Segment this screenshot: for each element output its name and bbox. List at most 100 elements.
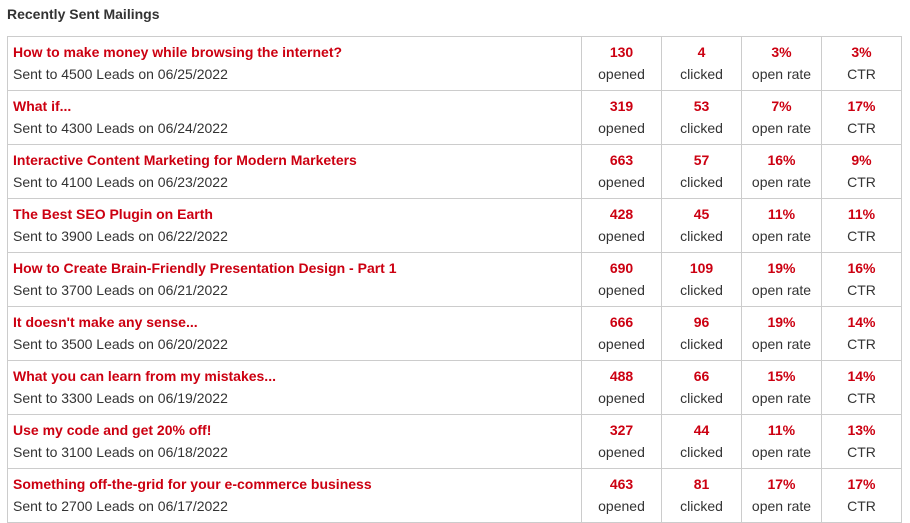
stat-value: 663	[609, 152, 634, 168]
stat-label: CTR	[847, 390, 876, 406]
stat-value: 11%	[847, 206, 876, 222]
stat-value: 3%	[851, 44, 872, 60]
stat-label: clicked	[680, 66, 723, 82]
stat-value: 57	[693, 152, 710, 168]
stat-opened: 463 opened	[581, 468, 662, 523]
stat-clicked: 109 clicked	[661, 252, 742, 307]
stat-value: 14%	[847, 314, 876, 330]
stat-label: clicked	[680, 282, 723, 298]
stat-open-rate: 11% open rate	[741, 414, 822, 469]
stat-value: 11%	[767, 206, 796, 222]
stat-value: 15%	[767, 368, 796, 384]
stat-value: 16%	[847, 260, 876, 276]
mailing-row: How to Create Brain-Friendly Presentatio…	[7, 252, 902, 307]
stat-value: 16%	[767, 152, 796, 168]
stat-clicked: 45 clicked	[661, 198, 742, 253]
stat-label: opened	[598, 390, 645, 406]
stat-value: 66	[693, 368, 710, 384]
stat-ctr: 17% CTR	[821, 468, 902, 523]
stat-value: 13%	[847, 422, 876, 438]
mailing-row: What you can learn from my mistakes... S…	[7, 360, 902, 415]
stat-label: clicked	[680, 444, 723, 460]
mailing-row: Something off-the-grid for your e-commer…	[7, 468, 902, 523]
mailing-subject-link[interactable]: How to make money while browsing the int…	[13, 42, 581, 63]
mailing-info: It doesn't make any sense... Sent to 350…	[7, 306, 582, 361]
stat-label: open rate	[751, 444, 812, 460]
mailing-row: Interactive Content Marketing for Modern…	[7, 144, 902, 199]
stat-value: 4	[697, 44, 706, 60]
stat-value: 14%	[847, 368, 876, 384]
mailing-subject-link[interactable]: The Best SEO Plugin on Earth	[13, 204, 581, 225]
mailing-subject-link[interactable]: How to Create Brain-Friendly Presentatio…	[13, 258, 581, 279]
mailing-sent-info: Sent to 3500 Leads on 06/20/2022	[13, 336, 228, 352]
stat-opened: 690 opened	[581, 252, 662, 307]
stat-opened: 666 opened	[581, 306, 662, 361]
stat-clicked: 96 clicked	[661, 306, 742, 361]
mailing-sent-info: Sent to 3300 Leads on 06/19/2022	[13, 390, 228, 406]
stat-value: 327	[609, 422, 634, 438]
mailing-sent-info: Sent to 4100 Leads on 06/23/2022	[13, 174, 228, 190]
mailing-sent-info: Sent to 3100 Leads on 06/18/2022	[13, 444, 228, 460]
stat-label: clicked	[680, 390, 723, 406]
stat-open-rate: 11% open rate	[741, 198, 822, 253]
stat-ctr: 9% CTR	[821, 144, 902, 199]
mailing-sent-info: Sent to 4500 Leads on 06/25/2022	[13, 66, 228, 82]
stat-value: 690	[609, 260, 634, 276]
stat-value: 17%	[847, 98, 876, 114]
stat-ctr: 3% CTR	[821, 36, 902, 91]
stat-label: opened	[598, 444, 645, 460]
stat-open-rate: 16% open rate	[741, 144, 822, 199]
mailing-sent-info: Sent to 2700 Leads on 06/17/2022	[13, 498, 228, 514]
mailing-subject-link[interactable]: What if...	[13, 96, 581, 117]
stat-label: opened	[598, 498, 645, 514]
mailing-row: The Best SEO Plugin on Earth Sent to 390…	[7, 198, 902, 253]
mailing-subject-link[interactable]: Use my code and get 20% off!	[13, 420, 581, 441]
stat-label: open rate	[751, 498, 812, 514]
stat-value: 17%	[767, 476, 796, 492]
mailing-subject-link[interactable]: What you can learn from my mistakes...	[13, 366, 581, 387]
stat-value: 109	[689, 260, 714, 276]
stat-label: clicked	[680, 120, 723, 136]
mailing-row: What if... Sent to 4300 Leads on 06/24/2…	[7, 90, 902, 145]
stat-label: opened	[598, 174, 645, 190]
stat-value: 428	[609, 206, 634, 222]
stat-clicked: 81 clicked	[661, 468, 742, 523]
stat-label: open rate	[751, 174, 812, 190]
stat-clicked: 66 clicked	[661, 360, 742, 415]
stat-label: CTR	[847, 444, 876, 460]
stat-label: opened	[598, 228, 645, 244]
stat-value: 19%	[767, 314, 796, 330]
stat-value: 53	[693, 98, 710, 114]
stat-value: 130	[609, 44, 634, 60]
stat-opened: 488 opened	[581, 360, 662, 415]
stat-value: 319	[609, 98, 634, 114]
stat-value: 666	[609, 314, 634, 330]
mailing-row: It doesn't make any sense... Sent to 350…	[7, 306, 902, 361]
mailing-info: Use my code and get 20% off! Sent to 310…	[7, 414, 582, 469]
stat-value: 45	[693, 206, 710, 222]
stat-label: clicked	[680, 498, 723, 514]
stat-label: CTR	[847, 228, 876, 244]
stat-clicked: 53 clicked	[661, 90, 742, 145]
stat-label: opened	[598, 66, 645, 82]
stat-clicked: 57 clicked	[661, 144, 742, 199]
mailing-info: Something off-the-grid for your e-commer…	[7, 468, 582, 523]
stat-value: 81	[693, 476, 710, 492]
mailings-table: How to make money while browsing the int…	[7, 36, 902, 523]
stat-ctr: 13% CTR	[821, 414, 902, 469]
mailing-info: How to Create Brain-Friendly Presentatio…	[7, 252, 582, 307]
stat-open-rate: 19% open rate	[741, 252, 822, 307]
stat-opened: 327 opened	[581, 414, 662, 469]
mailing-subject-link[interactable]: Interactive Content Marketing for Modern…	[13, 150, 581, 171]
stat-value: 463	[609, 476, 634, 492]
stat-label: open rate	[751, 336, 812, 352]
stat-value: 96	[693, 314, 710, 330]
mailing-subject-link[interactable]: Something off-the-grid for your e-commer…	[13, 474, 581, 495]
stat-open-rate: 15% open rate	[741, 360, 822, 415]
stat-open-rate: 3% open rate	[741, 36, 822, 91]
stat-value: 19%	[767, 260, 796, 276]
mailing-subject-link[interactable]: It doesn't make any sense...	[13, 312, 581, 333]
stat-label: CTR	[847, 336, 876, 352]
mailing-info: What you can learn from my mistakes... S…	[7, 360, 582, 415]
stat-label: open rate	[751, 66, 812, 82]
